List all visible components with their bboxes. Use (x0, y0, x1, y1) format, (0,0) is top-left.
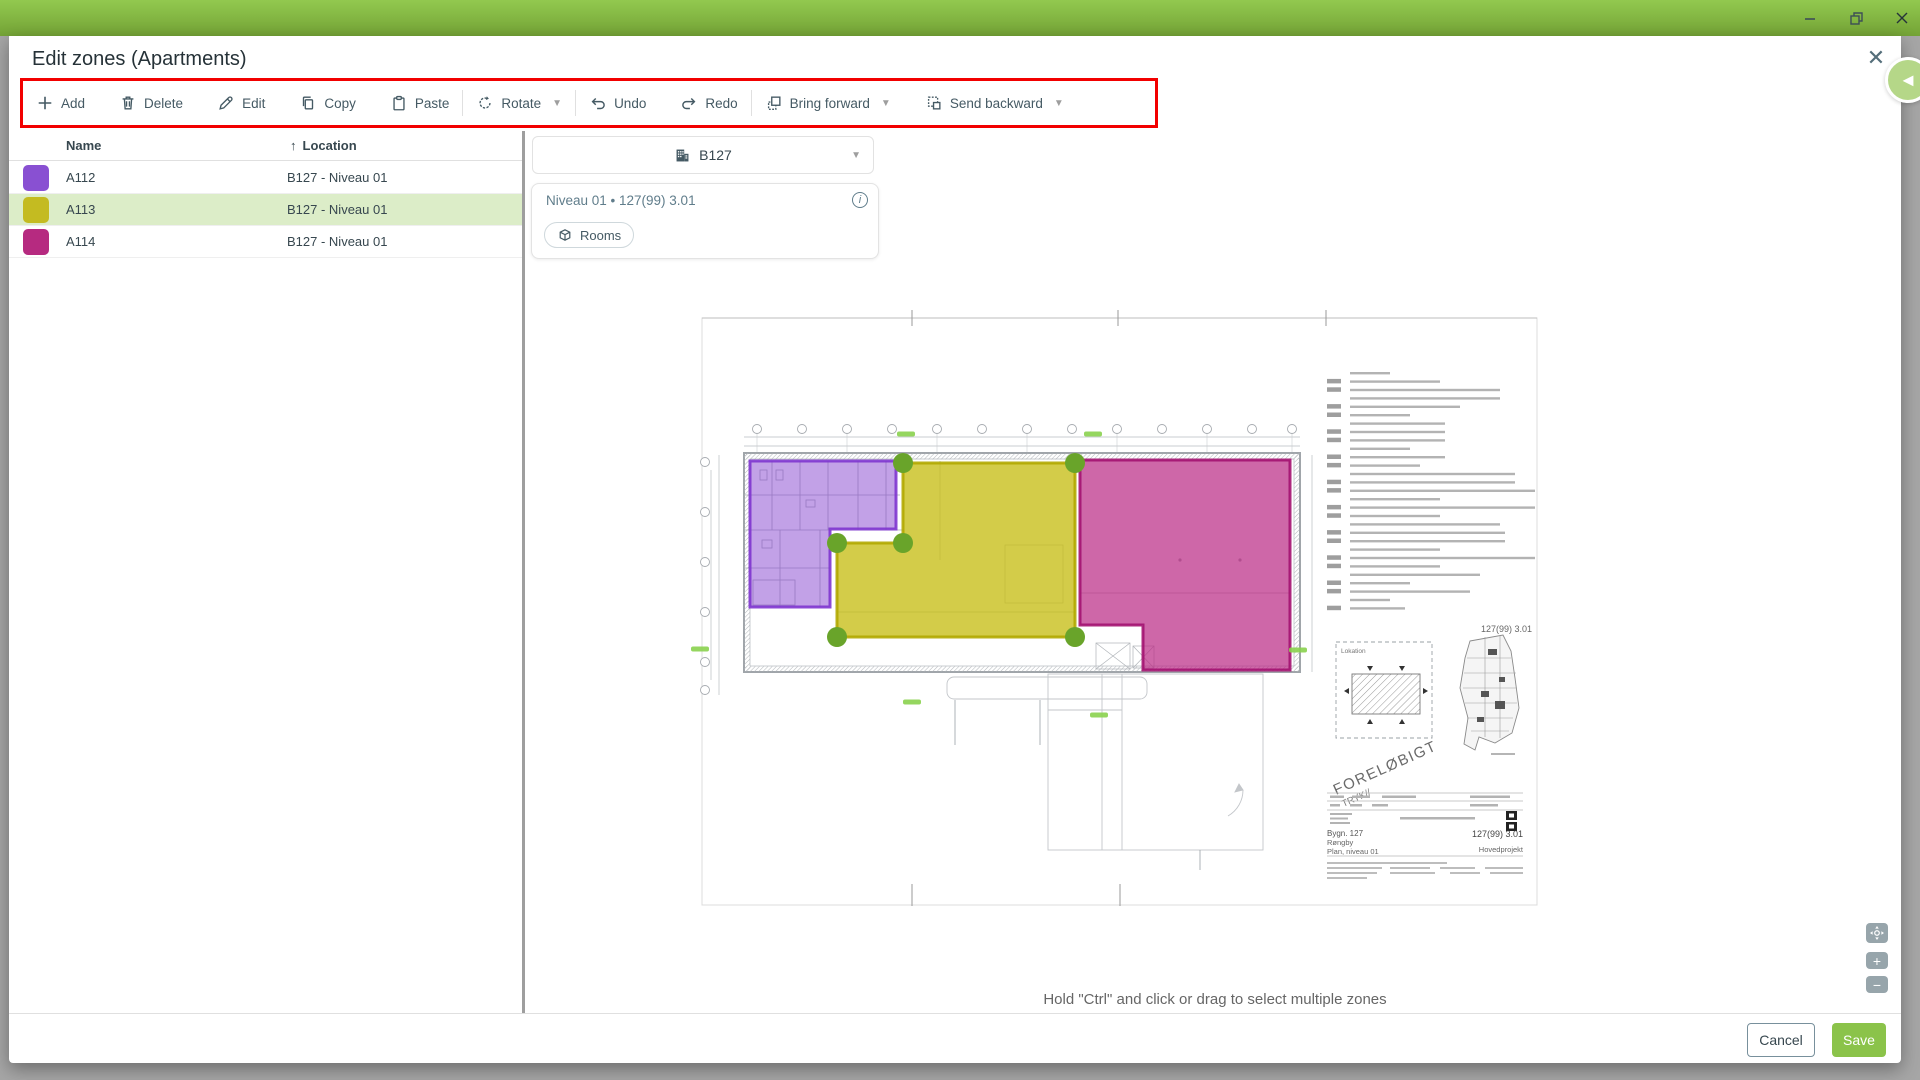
pencil-icon (217, 94, 235, 112)
lokation-label: Lokation (1341, 648, 1366, 655)
zone-name: A112 (66, 170, 95, 185)
sort-asc-icon: ↑ (290, 138, 297, 153)
cancel-button[interactable]: Cancel (1747, 1023, 1815, 1057)
titleblock-building: Bygn. 127 (1327, 829, 1364, 838)
floor-plan-canvas[interactable]: 127(99) 3.01 Lokation (525, 131, 1901, 1013)
undo-icon (589, 94, 607, 112)
chevron-down-icon[interactable]: ▼ (552, 98, 562, 109)
toolbar-highlight-box: Add Delete Edit Copy Paste Rotate ▼ Undo (20, 78, 1158, 128)
close-window-icon[interactable] (1894, 10, 1910, 26)
zone-color-swatch (23, 197, 49, 223)
zone-vertex-handle[interactable] (893, 533, 913, 553)
edit-zones-dialog: Edit zones (Apartments) ✕ Add Delete Edi… (9, 36, 1901, 1063)
zone-location: B127 - Niveau 01 (287, 234, 387, 249)
zoom-in-button[interactable]: + (1866, 952, 1888, 969)
copy-icon (299, 94, 317, 112)
table-header: Name ↑ Location (9, 131, 522, 161)
titleblock-code: 127(99) 3.01 (1472, 829, 1523, 839)
toolbar-separator (462, 90, 463, 116)
zone-color-swatch (23, 229, 49, 255)
fit-view-icon (1870, 926, 1884, 940)
copy-button[interactable]: Copy (299, 94, 356, 112)
zone-vertex-handle[interactable] (827, 627, 847, 647)
zone-vertex-handle[interactable] (1065, 627, 1085, 647)
titleblock-project: Hovedprojekt (1479, 845, 1524, 854)
table-row[interactable]: A112 B127 - Niveau 01 (9, 162, 522, 194)
chevron-down-icon[interactable]: ▼ (1054, 98, 1064, 109)
send-backward-icon (925, 94, 943, 112)
add-button[interactable]: Add (36, 94, 85, 112)
zoom-out-button[interactable]: − (1866, 976, 1888, 993)
toolbar-separator (751, 90, 752, 116)
delete-button[interactable]: Delete (119, 94, 183, 112)
sheet-code-label: 127(99) 3.01 (1481, 624, 1532, 634)
zone-location: B127 - Niveau 01 (287, 202, 387, 217)
footer-divider (9, 1013, 1901, 1014)
minimize-icon[interactable] (1802, 10, 1818, 26)
fit-view-button[interactable] (1866, 923, 1888, 943)
dialog-close-icon[interactable]: ✕ (1862, 44, 1890, 72)
zone-vertex-handle[interactable] (1065, 453, 1085, 473)
bring-forward-button[interactable]: Bring forward ▼ (765, 94, 891, 112)
redo-icon (680, 94, 698, 112)
zone-vertex-handle[interactable] (893, 453, 913, 473)
os-titlebar (0, 0, 1920, 36)
titleblock-site: Røngby (1327, 838, 1354, 847)
column-header-location[interactable]: ↑ Location (290, 138, 357, 153)
chevron-down-icon[interactable]: ▼ (881, 98, 891, 109)
rotate-icon (476, 94, 494, 112)
clipboard-icon (390, 94, 408, 112)
arrow-left-icon: ◄ (1899, 70, 1917, 91)
zones-list: A112 B127 - Niveau 01 A113 B127 - Niveau… (9, 162, 522, 258)
plus-icon (36, 94, 54, 112)
titleblock-plan: Plan, niveau 01 (1327, 847, 1379, 856)
zone-color-swatch (23, 165, 49, 191)
undo-button[interactable]: Undo (589, 94, 646, 112)
zone-vertex-handle[interactable] (827, 533, 847, 553)
zone-name: A114 (66, 234, 95, 249)
redo-button[interactable]: Redo (680, 94, 737, 112)
edit-button[interactable]: Edit (217, 94, 265, 112)
save-button[interactable]: Save (1832, 1023, 1886, 1057)
dialog-title: Edit zones (Apartments) (32, 48, 247, 71)
multiselect-hint: Hold "Ctrl" and click or drag to select … (715, 991, 1715, 1008)
zone-location: B127 - Niveau 01 (287, 170, 387, 185)
trash-icon (119, 94, 137, 112)
rotate-button[interactable]: Rotate ▼ (476, 94, 562, 112)
table-row[interactable]: A113 B127 - Niveau 01 (9, 194, 522, 226)
restore-icon[interactable] (1848, 10, 1864, 26)
send-backward-button[interactable]: Send backward ▼ (925, 94, 1064, 112)
bring-forward-icon (765, 94, 783, 112)
column-header-name[interactable]: Name (66, 138, 101, 153)
paste-button[interactable]: Paste (390, 94, 450, 112)
zone-name: A113 (66, 202, 95, 217)
toolbar-separator (575, 90, 576, 116)
table-row[interactable]: A114 B127 - Niveau 01 (9, 226, 522, 258)
